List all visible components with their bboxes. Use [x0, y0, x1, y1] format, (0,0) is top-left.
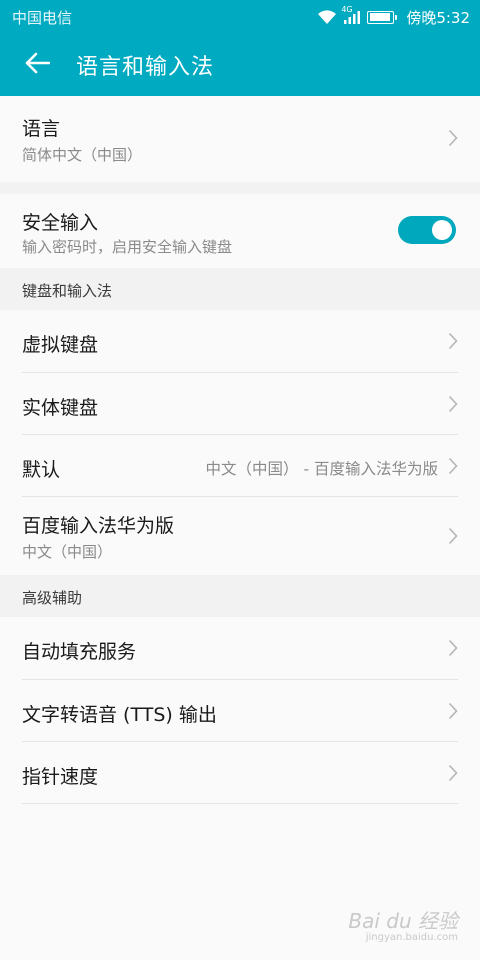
status-icons: 4G 傍晚5:32: [317, 5, 470, 28]
chevron-right-icon: [448, 527, 458, 549]
row-subtitle: 简体中文（中国）: [22, 146, 143, 164]
row-title: 默认: [22, 459, 61, 481]
wifi-icon: [317, 9, 337, 25]
baidu-ime-row[interactable]: 百度输入法华为版 中文（中国）: [0, 497, 480, 575]
watermark-logo: Bai du 经验: [348, 909, 458, 933]
carrier-label: 中国电信: [12, 8, 73, 27]
app-bar: 语言和输入法: [0, 34, 480, 96]
tts-output-row[interactable]: 文字转语音 (TTS) 输出: [0, 680, 480, 742]
watermark-url: jingyan.baidu.com: [365, 932, 458, 943]
back-button[interactable]: [0, 34, 74, 96]
chevron-right-icon: [448, 129, 458, 151]
physical-keyboard-row[interactable]: 实体键盘: [0, 373, 480, 435]
page-title: 语言和输入法: [76, 55, 215, 80]
chevron-right-icon: [448, 332, 458, 354]
arrow-left-icon: [24, 52, 51, 78]
chevron-right-icon: [448, 702, 458, 724]
pointer-speed-row[interactable]: 指针速度: [0, 742, 480, 804]
autofill-service-row[interactable]: 自动填充服务: [0, 617, 480, 679]
divider: [22, 803, 458, 804]
row-subtitle: 中文（中国）: [22, 543, 113, 561]
toggle-knob: [432, 220, 452, 240]
section-header-label: 键盘和输入法: [22, 282, 113, 300]
row-title: 实体键盘: [22, 397, 99, 419]
secure-input-toggle[interactable]: [398, 216, 456, 244]
status-bar: 中国电信 4G 傍晚5:32: [0, 0, 480, 34]
keyboard-section-header: 键盘和输入法: [0, 268, 480, 310]
network-type-label: 4G: [341, 5, 353, 14]
status-time: 傍晚5:32: [406, 8, 470, 27]
chevron-right-icon: [448, 639, 458, 661]
row-title: 自动填充服务: [22, 641, 137, 663]
row-title: 虚拟键盘: [22, 334, 99, 356]
row-subtitle: 输入密码时，启用安全输入键盘: [22, 238, 233, 256]
chevron-right-icon: [448, 395, 458, 417]
row-value: 中文（中国） - 百度输入法华为版: [205, 460, 438, 478]
advanced-section-header: 高级辅助: [0, 575, 480, 617]
row-title: 安全输入: [22, 212, 99, 234]
row-title: 文字转语音 (TTS) 输出: [22, 704, 217, 726]
virtual-keyboard-row[interactable]: 虚拟键盘: [0, 310, 480, 372]
language-row[interactable]: 语言 简体中文（中国）: [0, 96, 480, 182]
signal-icon: 4G: [341, 5, 361, 24]
section-header-label: 高级辅助: [22, 589, 83, 607]
default-input-row[interactable]: 默认 中文（中国） - 百度输入法华为版: [0, 435, 480, 497]
row-title: 语言: [22, 118, 61, 140]
battery-icon: [367, 10, 398, 24]
row-title: 指针速度: [22, 766, 99, 788]
chevron-right-icon: [448, 764, 458, 786]
row-title: 百度输入法华为版: [22, 515, 175, 537]
chevron-right-icon: [448, 457, 458, 479]
baidu-jingyan-watermark: Bai du 经验 jingyan.baidu.com: [348, 905, 458, 943]
section-gap: [0, 182, 480, 194]
